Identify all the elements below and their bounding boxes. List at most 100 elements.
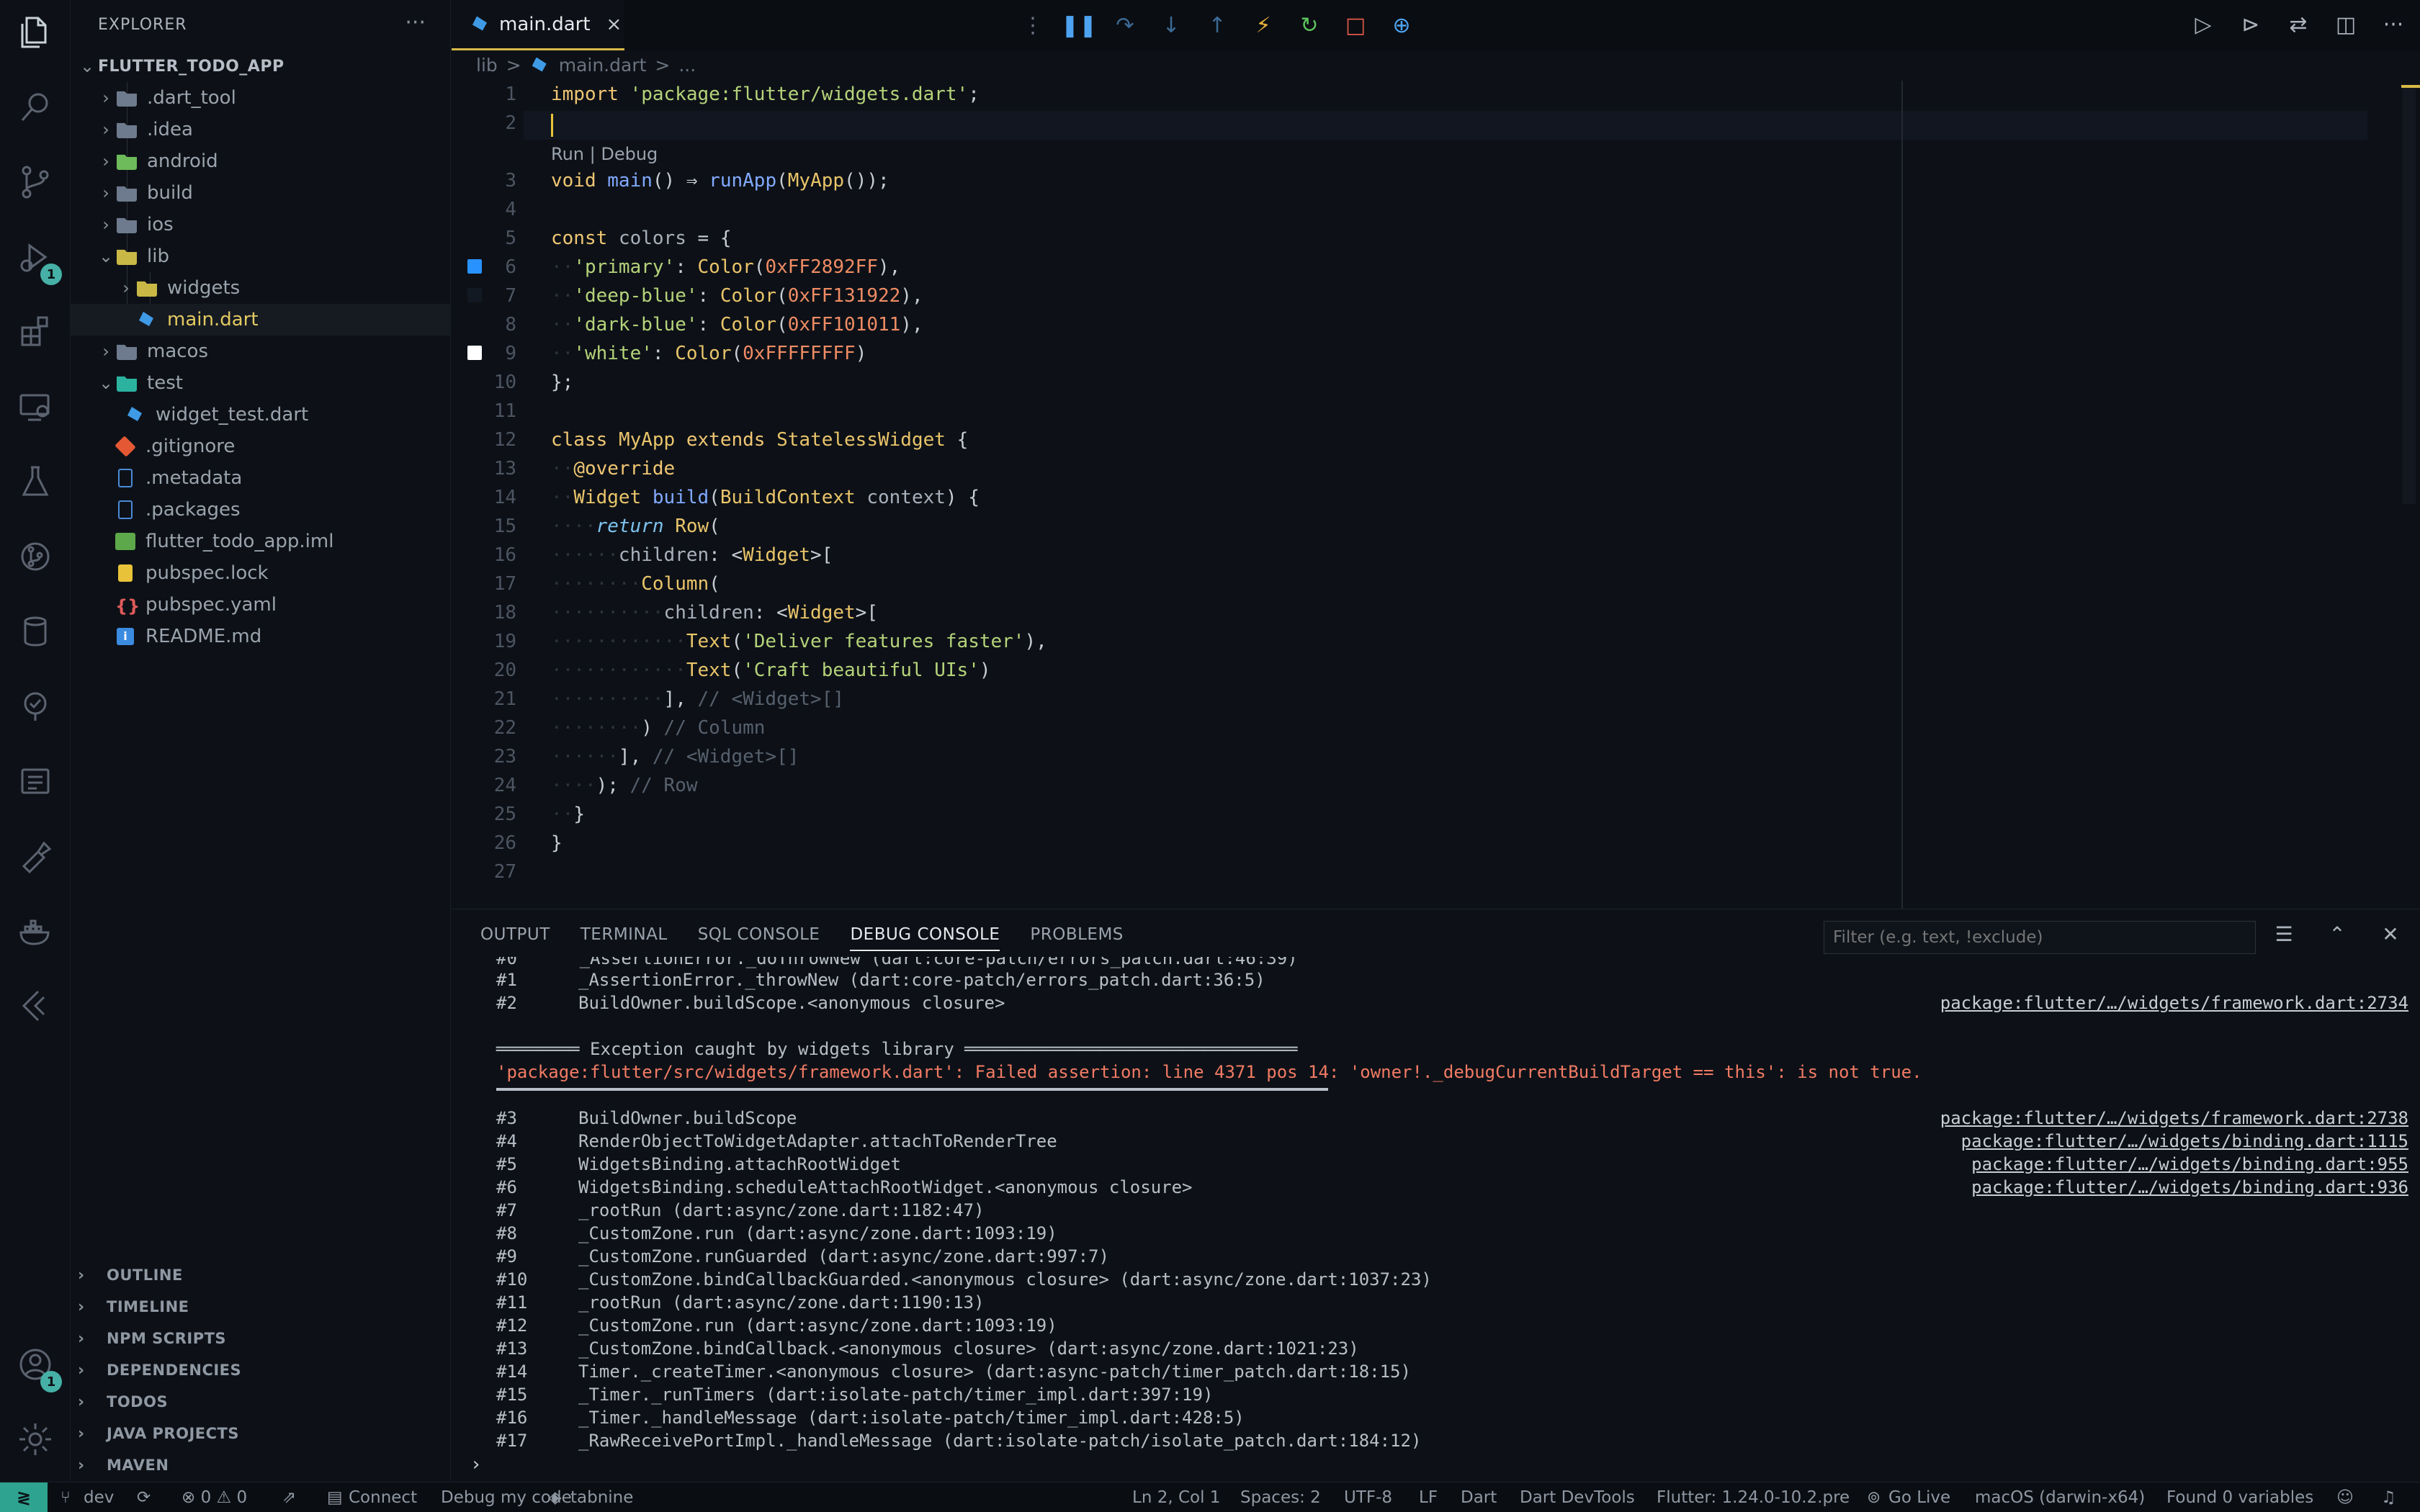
settings-gear-icon[interactable]	[0, 1407, 71, 1472]
pause-icon[interactable]: ❚❚	[1061, 13, 1097, 38]
console-prompt[interactable]: ›	[470, 1454, 482, 1475]
step-into-icon[interactable]: ↓	[1159, 13, 1183, 38]
drag-handle-icon[interactable]: ⋮	[1021, 13, 1045, 38]
debug-run-icon[interactable]: ⊳	[2238, 10, 2263, 39]
tree-item-build[interactable]: › build	[71, 177, 451, 209]
section-dependencies[interactable]: › DEPENDENCIES	[71, 1354, 451, 1386]
tab-terminal[interactable]: TERMINAL	[581, 925, 668, 951]
target-device[interactable]: macOS (darwin-x64)	[1975, 1488, 2145, 1507]
clear-console-icon[interactable]: ☰	[2272, 919, 2296, 948]
dart-devtools[interactable]: Dart DevTools	[1520, 1488, 1635, 1507]
stack-frame-link[interactable]: package:flutter/…/widgets/binding.dart:1…	[1961, 1131, 2408, 1151]
cursor-position[interactable]: Ln 2, Col 1	[1132, 1488, 1220, 1507]
breadcrumb-file[interactable]: main.dart	[559, 55, 647, 76]
editor-scrollbar[interactable]	[2403, 86, 2416, 504]
tree-item-widget-test[interactable]: widget_test.dart	[71, 399, 451, 431]
section-npm-scripts[interactable]: › NPM SCRIPTS	[71, 1323, 451, 1354]
go-live-button[interactable]: Go Live	[1888, 1488, 1950, 1507]
split-editor-icon[interactable]: ◫	[2334, 10, 2358, 39]
tabnine-status[interactable]: tabnine	[570, 1488, 633, 1507]
run-icon[interactable]: ▷	[2191, 10, 2215, 39]
git-graph-icon[interactable]	[0, 524, 71, 589]
tree-item-test[interactable]: ⌄ test	[71, 367, 451, 399]
tree-item-main-dart[interactable]: main.dart	[71, 304, 451, 336]
tree-item-iml[interactable]: flutter_todo_app.iml	[71, 526, 451, 557]
tab-problems[interactable]: PROBLEMS	[1030, 925, 1124, 951]
codelens-run-debug[interactable]: Run | Debug	[551, 144, 658, 164]
variables-count[interactable]: Found 0 variables	[2166, 1488, 2313, 1507]
stack-frame-link[interactable]: package:flutter/…/widgets/binding.dart:9…	[1971, 1177, 2408, 1197]
maximize-panel-icon[interactable]: ⌃	[2325, 919, 2349, 948]
breadcrumb-folder[interactable]: lib	[476, 55, 498, 76]
tab-main-dart[interactable]: main.dart ×	[452, 0, 624, 50]
step-out-icon[interactable]: ↑	[1205, 13, 1229, 38]
end-of-line[interactable]: LF	[1419, 1488, 1438, 1507]
tree-item-idea[interactable]: › .idea	[71, 114, 451, 145]
tree-item-dart-tool[interactable]: › .dart_tool	[71, 82, 451, 114]
connect-button[interactable]: Connect	[349, 1488, 417, 1507]
tree-item-pubspec-yaml[interactable]: {} pubspec.yaml	[71, 589, 451, 621]
account-icon[interactable]: 1	[0, 1332, 71, 1397]
more-actions-icon[interactable]: ···	[2381, 10, 2406, 39]
console-filter-input[interactable]	[1824, 921, 2256, 954]
tree-item-android[interactable]: › android	[71, 145, 451, 177]
hot-reload-icon[interactable]: ⚡	[1251, 13, 1276, 38]
tree-item-metadata[interactable]: .metadata	[71, 462, 451, 494]
explorer-icon[interactable]	[0, 0, 71, 65]
language-mode[interactable]: Dart	[1461, 1488, 1497, 1507]
feedback-icon[interactable]: ☺	[2336, 1488, 2354, 1507]
stack-frame-link[interactable]: package:flutter/…/widgets/framework.dart…	[1940, 993, 2408, 1013]
live-share-icon[interactable]: ⇗	[282, 1488, 296, 1507]
breadcrumb-more[interactable]: ...	[678, 55, 696, 76]
flutter-version[interactable]: Flutter: 1.24.0-10.2.pre	[1657, 1488, 1850, 1507]
notifications-bell-icon[interactable]: ♫	[2381, 1488, 2396, 1507]
search-icon[interactable]	[0, 75, 71, 140]
color-swatch-deep-blue[interactable]	[467, 288, 482, 302]
tree-item-readme[interactable]: i README.md	[71, 621, 451, 652]
section-maven[interactable]: › MAVEN	[71, 1449, 451, 1481]
more-actions-icon[interactable]: ···	[405, 10, 426, 35]
indentation[interactable]: Spaces: 2	[1240, 1488, 1321, 1507]
docker-icon[interactable]	[0, 899, 71, 963]
tree-item-widgets[interactable]: › widgets	[71, 272, 451, 304]
database-icon[interactable]	[0, 599, 71, 664]
problems-count[interactable]: ⊗ 0 ⚠ 0	[182, 1488, 247, 1507]
close-icon[interactable]: ×	[606, 14, 622, 35]
color-swatch-primary[interactable]	[467, 259, 482, 274]
restart-icon[interactable]: ↻	[1297, 13, 1322, 38]
debug-console-output[interactable]: #0 _AssertionError._doThrowNew (dart:cor…	[452, 957, 2420, 1482]
tab-output[interactable]: OUTPUT	[480, 925, 550, 951]
compare-changes-icon[interactable]: ⇄	[2286, 10, 2311, 39]
source-control-icon[interactable]	[0, 150, 71, 215]
checklist-icon[interactable]	[0, 674, 71, 739]
tree-item-ios[interactable]: › ios	[71, 209, 451, 240]
tree-item-lib[interactable]: ⌄ lib	[71, 240, 451, 272]
rest-client-icon[interactable]	[0, 824, 71, 888]
testing-icon[interactable]	[0, 449, 71, 514]
tree-item-pubspec-lock[interactable]: pubspec.lock	[71, 557, 451, 589]
section-timeline[interactable]: › TIMELINE	[71, 1291, 451, 1323]
color-swatch-white[interactable]	[467, 346, 482, 360]
stop-icon[interactable]: □	[1343, 13, 1368, 38]
sync-icon[interactable]: ⟳	[137, 1488, 151, 1507]
close-panel-icon[interactable]: ✕	[2378, 919, 2403, 948]
tree-item-gitignore[interactable]: .gitignore	[71, 431, 451, 462]
extensions-icon[interactable]	[0, 300, 71, 364]
tab-debug-console[interactable]: DEBUG CONSOLE	[850, 925, 1000, 951]
remote-indicator[interactable]: ≷	[0, 1482, 48, 1512]
section-java-projects[interactable]: › JAVA PROJECTS	[71, 1418, 451, 1449]
git-branch[interactable]: dev	[84, 1488, 114, 1507]
remote-explorer-icon[interactable]	[0, 374, 71, 439]
gitlens-icon[interactable]	[0, 973, 71, 1038]
section-outline[interactable]: › OUTLINE	[71, 1259, 451, 1291]
section-todos[interactable]: › TODOS	[71, 1386, 451, 1418]
devtools-search-icon[interactable]: ⊕	[1389, 13, 1414, 38]
stack-frame-link[interactable]: package:flutter/…/widgets/framework.dart…	[1940, 1108, 2408, 1128]
step-over-icon[interactable]: ↷	[1113, 13, 1137, 38]
output-list-icon[interactable]	[0, 749, 71, 814]
tree-item-macos[interactable]: › macos	[71, 336, 451, 367]
file-encoding[interactable]: UTF-8	[1344, 1488, 1392, 1507]
tree-item-packages[interactable]: .packages	[71, 494, 451, 526]
tab-sql-console[interactable]: SQL CONSOLE	[698, 925, 820, 951]
stack-frame-link[interactable]: package:flutter/…/widgets/binding.dart:9…	[1971, 1154, 2408, 1174]
